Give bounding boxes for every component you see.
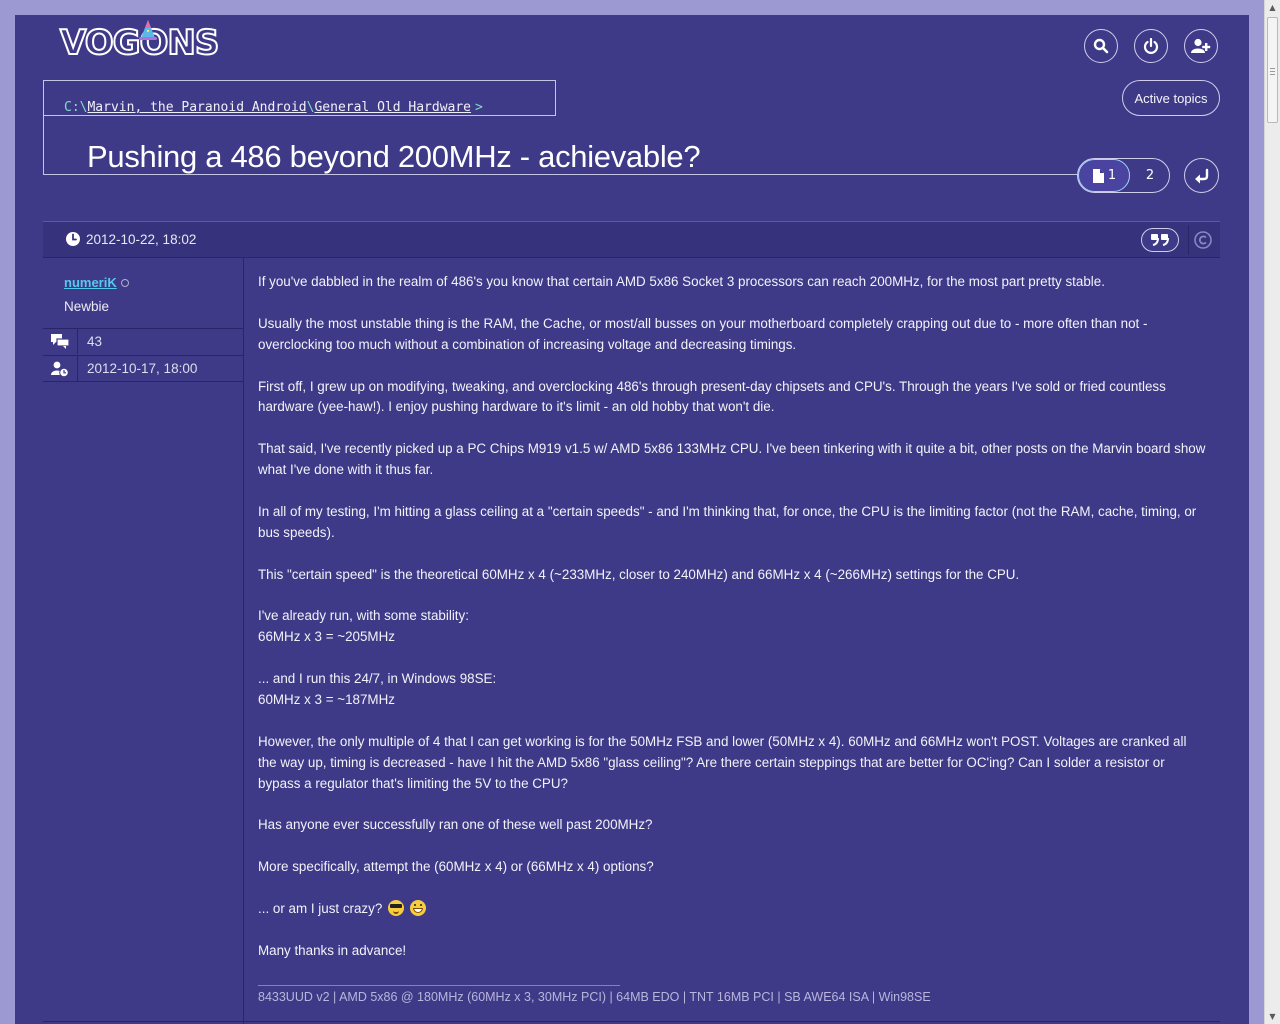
pagination: 1 2 bbox=[1077, 158, 1170, 193]
author-rank: Newbie bbox=[64, 299, 110, 314]
post-paragraph: That said, I've recently picked up a PC … bbox=[258, 441, 1206, 478]
title-frame-top bbox=[43, 115, 556, 116]
post-line: ... or am I just crazy? bbox=[258, 901, 383, 917]
page-container: VOGONS Active topics C:\Marvin, the Para… bbox=[15, 15, 1249, 1024]
joined-row: 2012-10-17, 18:00 bbox=[43, 355, 243, 382]
post-paragraph: If you've dabbled in the realm of 486's … bbox=[258, 274, 1105, 289]
page-title[interactable]: Pushing a 486 beyond 200MHz - achievable… bbox=[87, 139, 701, 175]
signature-divider bbox=[258, 985, 620, 986]
add-user-icon bbox=[1191, 38, 1211, 53]
thumb-grip bbox=[1270, 68, 1275, 69]
post-paragraph-block: ... and I run this 24/7, in Windows 98SE… bbox=[258, 669, 1208, 711]
clock-icon bbox=[66, 232, 80, 246]
post-paragraph: This "certain speed" is the theoretical … bbox=[258, 566, 1020, 582]
post-count-row: 43 bbox=[43, 328, 243, 354]
post-paragraph-block: ... or am I just crazy? bbox=[258, 899, 1208, 920]
quote-icon bbox=[1151, 234, 1169, 246]
post-paragraph: Many thanks in advance! bbox=[258, 942, 407, 958]
post-paragraph: More specifically, attempt the (60MHz x … bbox=[258, 859, 654, 875]
quote-button[interactable] bbox=[1141, 228, 1179, 252]
title-frame-left bbox=[43, 115, 44, 175]
page-2-button[interactable]: 2 bbox=[1130, 159, 1170, 192]
page-scrollbar[interactable]: ▲ ▼ bbox=[1264, 0, 1280, 1024]
breadcrumb: C:\Marvin, the Paranoid Android\General … bbox=[64, 100, 483, 115]
post-count-value[interactable]: 43 bbox=[87, 334, 102, 349]
post-author[interactable]: numeriK bbox=[64, 275, 129, 290]
scroll-down-arrow-icon[interactable]: ▼ bbox=[1265, 1009, 1280, 1024]
post-line: 66MHz x 3 = ~205MHz bbox=[258, 629, 395, 645]
breadcrumb-item-subforum[interactable]: General Old Hardware bbox=[314, 100, 471, 115]
thumb-grip bbox=[1270, 74, 1275, 75]
login-button[interactable] bbox=[1134, 29, 1168, 63]
cool-emoji-icon bbox=[388, 900, 405, 917]
grin-emoji-icon bbox=[409, 900, 426, 917]
post-line: ... and I run this 24/7, in Windows 98SE… bbox=[258, 671, 497, 687]
post-paragraph: First off, I grew up on modifying, tweak… bbox=[258, 378, 1166, 415]
breadcrumb-item-forum[interactable]: Marvin, the Paranoid Android bbox=[87, 100, 306, 115]
copyright-icon[interactable] bbox=[1193, 230, 1213, 250]
breadcrumb-end: > bbox=[475, 100, 483, 115]
post-bar-divider bbox=[1188, 225, 1189, 255]
post-paragraph: However, the only multiple of 4 that I c… bbox=[258, 733, 1187, 791]
post-date[interactable]: 2012-10-22, 18:02 bbox=[65, 231, 196, 247]
document-icon bbox=[1092, 168, 1104, 183]
post-paragraph: Has anyone ever successfully ran one of … bbox=[258, 817, 653, 833]
post-line: I've already run, with some stability: bbox=[258, 608, 469, 624]
user-clock-icon bbox=[51, 361, 69, 377]
post-signature: 8433UUD v2 | AMD 5x86 @ 180MHz (60MHz x … bbox=[258, 990, 931, 1004]
search-icon bbox=[1093, 38, 1109, 54]
page-1-button[interactable]: 1 bbox=[1078, 159, 1130, 192]
joined-date-value: 2012-10-17, 18:00 bbox=[87, 361, 198, 376]
offline-status-icon bbox=[120, 278, 129, 287]
post-paragraph: In all of my testing, I'm hitting a glas… bbox=[258, 503, 1197, 540]
site-logo[interactable]: VOGONS bbox=[59, 20, 220, 64]
post-paragraph-block: I've already run, with some stability: 66… bbox=[258, 606, 1208, 648]
chat-bubbles-icon bbox=[51, 334, 69, 349]
post-paragraph: Usually the most unstable thing is the R… bbox=[258, 315, 1148, 352]
search-button[interactable] bbox=[1084, 29, 1118, 63]
power-icon bbox=[1143, 38, 1159, 54]
joined-icon-cell bbox=[43, 356, 78, 381]
wizard-hat-icon bbox=[139, 20, 157, 40]
active-topics-button[interactable]: Active topics bbox=[1122, 80, 1220, 116]
scrollbar-thumb[interactable] bbox=[1267, 17, 1278, 123]
posts-icon-cell bbox=[43, 329, 78, 354]
reply-arrow-icon bbox=[1194, 168, 1208, 183]
scroll-up-arrow-icon[interactable]: ▲ bbox=[1265, 0, 1280, 15]
post-date-text: 2012-10-22, 18:02 bbox=[86, 231, 197, 247]
thumb-grip bbox=[1270, 71, 1275, 72]
breadcrumb-drive: C:\ bbox=[64, 100, 88, 115]
reply-button[interactable] bbox=[1184, 158, 1219, 193]
author-link[interactable]: numeriK bbox=[64, 275, 117, 290]
page-1-label: 1 bbox=[1107, 168, 1117, 183]
post-bottom-border bbox=[43, 1021, 1220, 1022]
post-content: If you've dabbled in the realm of 486's … bbox=[258, 272, 1208, 983]
register-button[interactable] bbox=[1184, 29, 1218, 63]
post-header-bar: 2012-10-22, 18:02 bbox=[43, 222, 1220, 258]
post-line: 60MHz x 3 = ~187MHz bbox=[258, 692, 395, 708]
profile-column-border bbox=[243, 258, 244, 1024]
